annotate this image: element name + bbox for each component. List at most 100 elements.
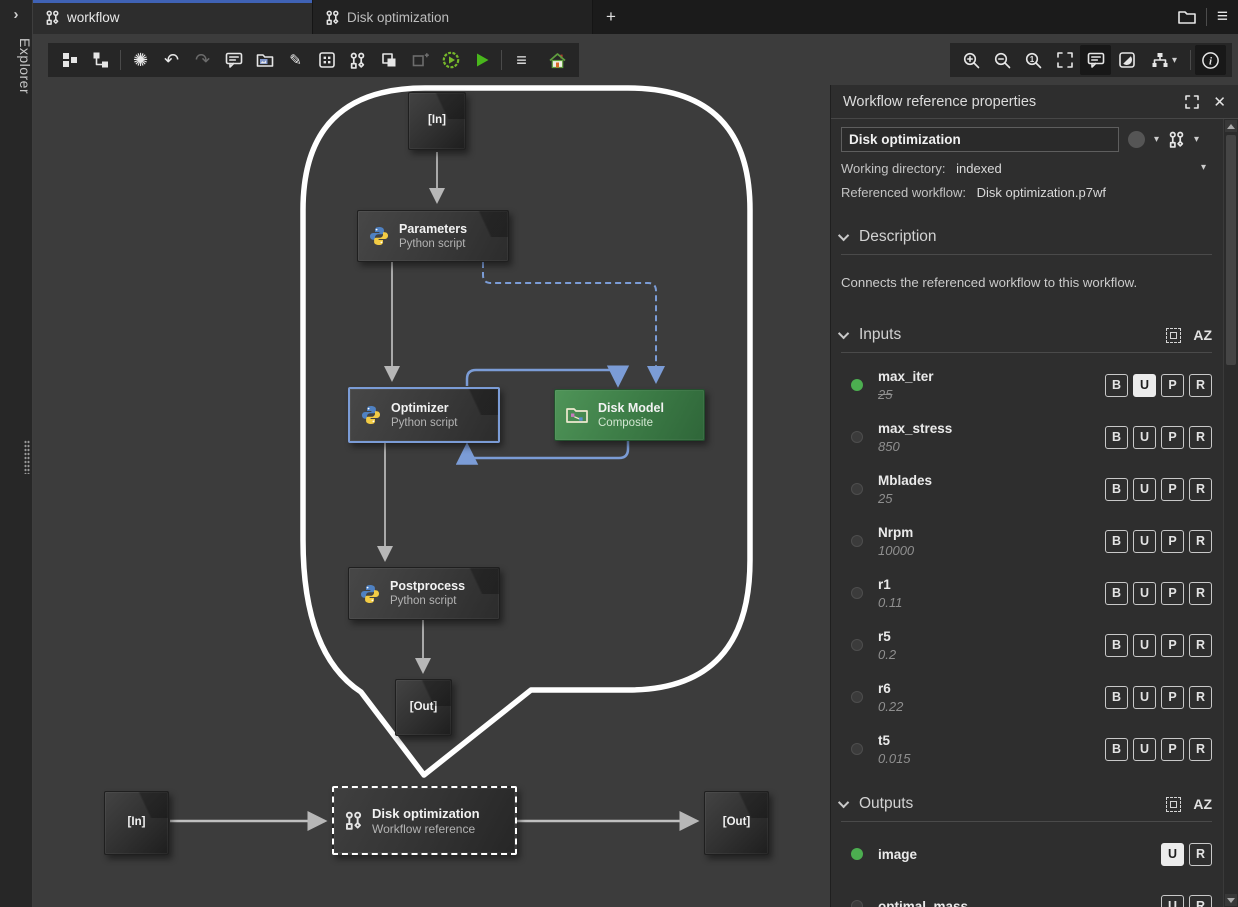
select-ports-icon[interactable] <box>1166 797 1181 812</box>
new-tab-button[interactable]: + <box>593 0 629 34</box>
caret-down-icon[interactable]: ▾ <box>1154 134 1159 145</box>
caret-down-icon[interactable]: ▾ <box>1194 134 1199 145</box>
workflow-icon[interactable] <box>342 45 373 75</box>
description-section-header[interactable]: Description <box>841 228 1212 246</box>
flag-r-button[interactable]: R <box>1189 478 1212 501</box>
comments-toggle-icon[interactable] <box>1080 45 1111 75</box>
flag-r-button[interactable]: R <box>1189 374 1212 397</box>
flag-r-button[interactable]: R <box>1189 895 1212 907</box>
select-ports-icon[interactable] <box>1166 328 1181 343</box>
workflow-icon[interactable] <box>1168 131 1185 148</box>
node-in-bottom[interactable]: [In] <box>104 791 169 855</box>
flag-u-button[interactable]: U <box>1133 634 1156 657</box>
flag-u-button[interactable]: U <box>1133 426 1156 449</box>
node-disk-model[interactable]: Disk Model Composite <box>554 389 705 441</box>
flag-b-button[interactable]: B <box>1105 686 1128 709</box>
zoom-in-icon[interactable] <box>956 45 987 75</box>
flag-b-button[interactable]: B <box>1105 738 1128 761</box>
flag-u-button[interactable]: U <box>1133 530 1156 553</box>
flag-r-button[interactable]: R <box>1189 686 1212 709</box>
run-settings-icon[interactable] <box>435 45 466 75</box>
sidebar-drag-handle[interactable] <box>24 440 30 474</box>
port-value: 0.22 <box>878 699 903 714</box>
grid-box-icon[interactable] <box>311 45 342 75</box>
sidebar-title[interactable]: Explorer <box>0 30 33 94</box>
zoom-reset-icon[interactable]: 1 <box>1018 45 1049 75</box>
flag-r-button[interactable]: R <box>1189 634 1212 657</box>
flag-p-button[interactable]: P <box>1161 530 1184 553</box>
home-icon[interactable] <box>542 45 573 75</box>
tree-icon[interactable] <box>85 45 116 75</box>
overview-icon[interactable] <box>1111 45 1142 75</box>
menu-icon[interactable]: ≡ <box>506 45 537 75</box>
flag-b-button[interactable]: B <box>1105 582 1128 605</box>
node-out-top[interactable]: [Out] <box>395 679 452 736</box>
explorer-sidebar[interactable]: › Explorer <box>0 0 33 907</box>
folder-image-icon[interactable] <box>249 45 280 75</box>
flag-u-button[interactable]: U <box>1133 686 1156 709</box>
tab-workflow[interactable]: workflow <box>33 0 313 34</box>
flag-p-button[interactable]: P <box>1161 426 1184 449</box>
info-icon[interactable]: i <box>1195 45 1226 75</box>
comment-icon[interactable] <box>218 45 249 75</box>
undo-icon[interactable]: ↶ <box>156 45 187 75</box>
flag-b-button[interactable]: B <box>1105 426 1128 449</box>
scroll-down-button[interactable] <box>1225 894 1237 906</box>
flag-r-button[interactable]: R <box>1189 843 1212 866</box>
flag-u-button[interactable]: U <box>1133 582 1156 605</box>
node-out-bottom[interactable]: [Out] <box>704 791 769 855</box>
app-menu-icon[interactable]: ≡ <box>1217 6 1228 28</box>
flag-u-button[interactable]: U <box>1133 478 1156 501</box>
flag-u-button[interactable]: U <box>1161 843 1184 866</box>
block-name-input[interactable] <box>841 127 1119 152</box>
expand-panel-icon[interactable] <box>1185 95 1199 109</box>
block-color-swatch[interactable] <box>1128 131 1145 148</box>
flag-r-button[interactable]: R <box>1189 738 1212 761</box>
flag-p-button[interactable]: P <box>1161 686 1184 709</box>
tab-disk-optimization[interactable]: Disk optimization <box>313 0 593 34</box>
project-folder-icon[interactable] <box>1178 9 1196 25</box>
flag-p-button[interactable]: P <box>1161 738 1184 761</box>
flag-p-button[interactable]: P <box>1161 634 1184 657</box>
fit-screen-icon[interactable] <box>1049 45 1080 75</box>
flag-b-button[interactable]: B <box>1105 634 1128 657</box>
flag-r-button[interactable]: R <box>1189 426 1212 449</box>
pencil-icon[interactable]: ✎ <box>280 45 311 75</box>
panel-scrollbar[interactable] <box>1223 119 1238 907</box>
layout-tree-icon[interactable]: ▾ <box>1142 45 1186 75</box>
scrollbar-thumb[interactable] <box>1226 135 1236 365</box>
close-panel-icon[interactable]: ✕ <box>1213 93 1226 111</box>
flag-p-button[interactable]: P <box>1161 374 1184 397</box>
gear-icon[interactable]: ✺ <box>125 45 156 75</box>
node-parameters[interactable]: Parameters Python script <box>357 210 509 262</box>
scroll-up-button[interactable] <box>1225 120 1237 132</box>
node-optimizer[interactable]: Optimizer Python script <box>348 387 500 443</box>
chevron-down-icon <box>838 328 849 339</box>
outputs-section-header[interactable]: Outputs AZ <box>841 795 1212 813</box>
node-postprocess[interactable]: Postprocess Python script <box>348 567 500 620</box>
zoom-out-icon[interactable] <box>987 45 1018 75</box>
copy-icon[interactable] <box>373 45 404 75</box>
sort-az-icon[interactable]: AZ <box>1193 327 1212 343</box>
sort-az-icon[interactable]: AZ <box>1193 796 1212 812</box>
node-workflow-reference[interactable]: Disk optimization Workflow reference <box>332 786 517 855</box>
sidebar-expand-icon[interactable]: › <box>0 6 32 23</box>
flag-b-button[interactable]: B <box>1105 478 1128 501</box>
flag-b-button[interactable]: B <box>1105 374 1128 397</box>
flag-r-button[interactable]: R <box>1189 582 1212 605</box>
flag-u-button[interactable]: U <box>1161 895 1184 907</box>
flag-p-button[interactable]: P <box>1161 582 1184 605</box>
flag-u-button[interactable]: U <box>1133 738 1156 761</box>
caret-down-icon[interactable]: ▾ <box>1201 162 1206 173</box>
run-icon[interactable] <box>466 45 497 75</box>
home-toolbar <box>536 43 579 77</box>
flag-u-button[interactable]: U <box>1133 374 1156 397</box>
inputs-section-header[interactable]: Inputs AZ <box>841 326 1212 344</box>
add-block-icon[interactable] <box>404 45 435 75</box>
redo-icon[interactable]: ↷ <box>187 45 218 75</box>
flag-r-button[interactable]: R <box>1189 530 1212 553</box>
node-in-top[interactable]: [In] <box>408 92 466 150</box>
flag-p-button[interactable]: P <box>1161 478 1184 501</box>
flag-b-button[interactable]: B <box>1105 530 1128 553</box>
blocks-icon[interactable] <box>54 45 85 75</box>
